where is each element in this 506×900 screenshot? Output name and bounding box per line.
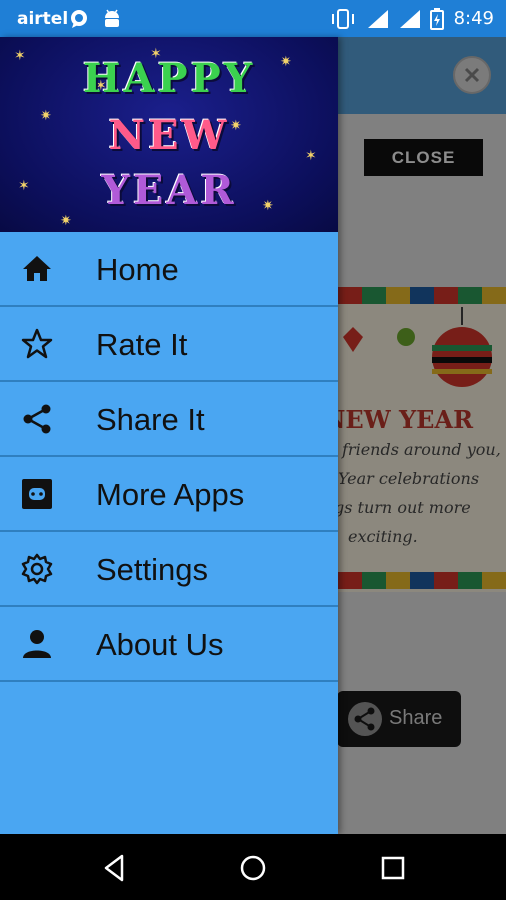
- share-icon: [23, 404, 51, 434]
- back-icon[interactable]: [97, 851, 131, 885]
- menu-item-about-us[interactable]: About Us: [0, 607, 338, 682]
- status-bar: airtel 8:49: [0, 0, 506, 37]
- menu-item-more-apps[interactable]: More Apps: [0, 457, 338, 532]
- menu-item-label: About Us: [96, 627, 224, 662]
- menu-item-share-it[interactable]: Share It: [0, 382, 338, 457]
- carrier-label: airtel: [17, 9, 69, 29]
- signal-icon: [366, 8, 390, 35]
- menu-item-label: Share It: [96, 402, 205, 437]
- navigation-drawer: ✶ ✷ ✶ ✷ ✶ ✷ ✶ ✷ ✶ ✷ HAPPY NEW YEAR Home …: [0, 37, 338, 834]
- person-icon: [23, 630, 51, 658]
- android-icon: [102, 8, 122, 35]
- menu-item-home[interactable]: Home: [0, 232, 338, 307]
- signal-icon-2: [398, 8, 422, 35]
- menu-item-label: Rate It: [96, 327, 188, 362]
- menu-item-label: More Apps: [96, 477, 245, 512]
- home-circle-icon[interactable]: [236, 851, 270, 885]
- store-icon: [22, 479, 52, 509]
- recents-icon[interactable]: [376, 851, 410, 885]
- gear-icon: [21, 553, 53, 585]
- menu-item-label: Settings: [96, 552, 209, 587]
- vibrate-icon: [330, 8, 356, 35]
- system-navigation-bar: [0, 834, 506, 900]
- home-icon: [23, 256, 51, 281]
- drawer-header-banner: ✶ ✷ ✶ ✷ ✶ ✷ ✶ ✷ ✶ ✷ HAPPY NEW YEAR: [0, 37, 338, 232]
- banner-new-text: NEW: [108, 112, 230, 159]
- battery-charging-icon: [430, 8, 444, 35]
- whatsapp-icon: [68, 8, 90, 35]
- clock: 8:49: [453, 8, 494, 29]
- star-outline-icon: [21, 328, 53, 359]
- banner-year-text: YEAR: [101, 167, 237, 214]
- drawer-menu: Home Rate It Share It More Apps Settings…: [0, 232, 338, 682]
- menu-item-settings[interactable]: Settings: [0, 532, 338, 607]
- banner-happy-text: HAPPY: [82, 55, 256, 102]
- menu-item-label: Home: [96, 252, 179, 287]
- menu-item-rate-it[interactable]: Rate It: [0, 307, 338, 382]
